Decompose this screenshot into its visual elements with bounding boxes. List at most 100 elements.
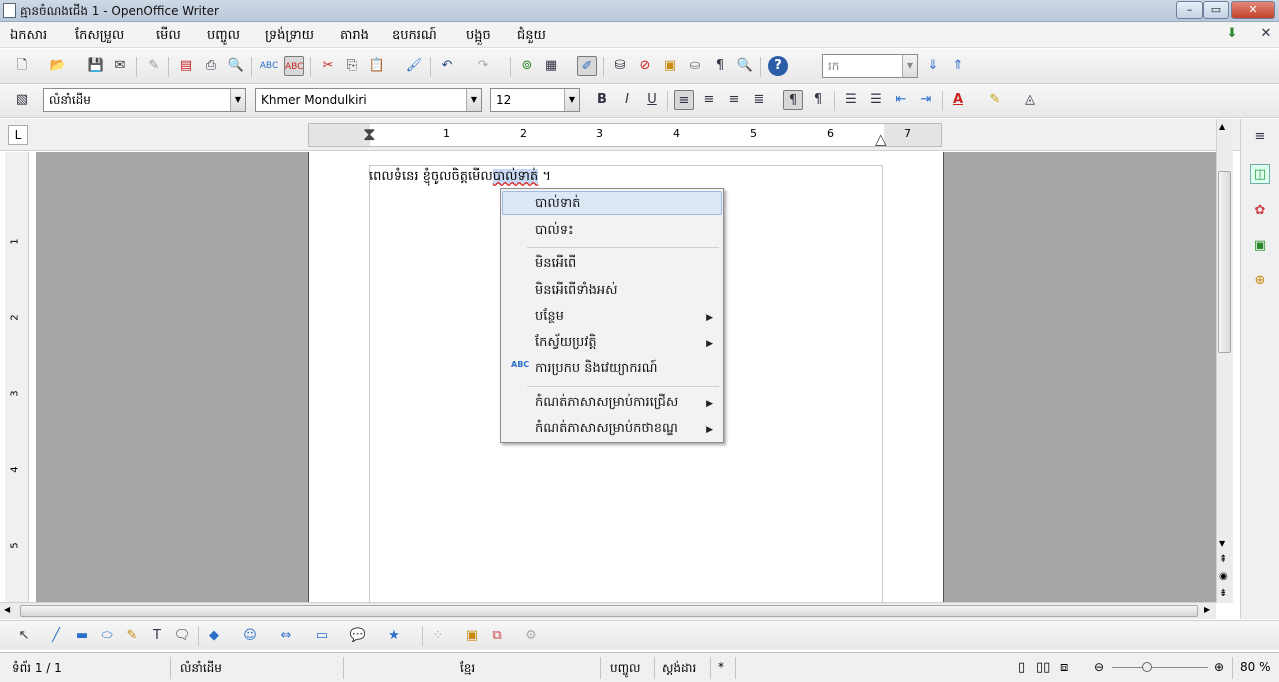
minimize-button[interactable]: – [1176, 1, 1203, 19]
properties-icon[interactable]: ◫ [1250, 164, 1270, 184]
language-indicator[interactable]: ខ្មែរ [460, 660, 475, 678]
edit-file-icon[interactable]: ✎ [144, 56, 164, 76]
navigator-sidebar-icon[interactable]: ⊕ [1250, 271, 1270, 291]
document-paragraph[interactable]: ពេលទំនេរ ខ្ញុំចូលចិត្តមើលបាល់ទាត់ ។ [369, 168, 551, 187]
show-draw-functions-icon[interactable]: ✐ [577, 56, 597, 76]
autocorrect-item[interactable]: កែស្វ័យប្រវត្តិ [535, 334, 597, 353]
vertical-scrollbar[interactable]: ▲ ▼ ⇞ ◉ ⇟ [1216, 119, 1233, 603]
find-text-input[interactable]: រក ▼ [822, 54, 918, 78]
block-arrows-icon[interactable]: ⇔ [276, 626, 296, 646]
print-preview-icon[interactable]: 🔍 [226, 56, 246, 76]
page-style-indicator[interactable]: លំនាំដើម [180, 660, 222, 678]
close-button[interactable]: ✕ [1231, 1, 1275, 19]
misspelled-word[interactable]: បាល់ទាត់ [492, 169, 539, 184]
flowchart-icon[interactable]: ▭ [312, 626, 332, 646]
menu-help[interactable]: ជំនួយ [517, 27, 546, 46]
add-to-dictionary-item[interactable]: បន្ថែម [535, 308, 564, 327]
styles-formatting-icon[interactable]: ▧ [12, 90, 32, 110]
paragraph-style-select[interactable]: លំនាំដើម ▼ [43, 88, 246, 112]
autospellcheck-icon[interactable]: ABC [284, 56, 304, 76]
line-icon[interactable]: ╱ [46, 626, 66, 646]
align-left-icon[interactable]: ≡ [674, 90, 694, 110]
hyperlink-icon[interactable]: ⊚ [517, 56, 537, 76]
highlight-icon[interactable]: ✎ [985, 90, 1005, 110]
numbering-icon[interactable]: ☰ [841, 90, 861, 110]
export-pdf-icon[interactable]: ▤ [176, 56, 196, 76]
gallery-icon[interactable]: ▣ [660, 56, 680, 76]
callouts-shape-icon[interactable]: 💬 [348, 626, 368, 646]
tab-stop-type-icon[interactable]: L [8, 125, 28, 145]
increase-indent-icon[interactable]: ⇥ [916, 90, 936, 110]
basic-shapes-icon[interactable]: ◆ [204, 626, 224, 646]
new-document-icon[interactable]: 🗋 [12, 56, 32, 76]
menu-edit[interactable]: កែសម្រួល [75, 27, 124, 46]
menu-insert[interactable]: បញ្ចូល [207, 27, 240, 46]
underline-icon[interactable]: U [642, 90, 662, 110]
vertical-scroll-thumb[interactable] [1218, 171, 1231, 353]
justify-icon[interactable]: ≣ [749, 90, 769, 110]
ruler-scale[interactable]: ⧗ △ 1 2 3 4 5 6 7 [308, 123, 942, 148]
vertical-ruler[interactable]: 1 2 3 4 5 [5, 152, 29, 602]
update-download-icon[interactable]: ⬇ [1222, 24, 1242, 44]
multi-page-view-icon[interactable]: ▯▯ [1036, 660, 1050, 675]
right-indent-marker[interactable]: △ [875, 130, 887, 148]
font-name-select[interactable]: Khmer Mondulkiri ▼ [255, 88, 482, 112]
undo-icon[interactable]: ↶ [437, 56, 457, 76]
symbol-shapes-icon[interactable]: ☺ [240, 626, 260, 646]
bold-icon[interactable]: B [592, 90, 612, 110]
find-next-icon[interactable]: ⇓ [923, 56, 943, 76]
sidebar-menu-icon[interactable]: ≡ [1250, 127, 1270, 147]
freeform-icon[interactable]: ✎ [122, 626, 142, 646]
insert-mode-indicator[interactable]: បញ្ចូល [610, 660, 640, 678]
document-text[interactable]: ពេលទំនេរ ខ្ញុំចូលចិត្តមើល [369, 169, 493, 184]
zoom-in-icon[interactable]: ⊕ [1214, 660, 1224, 674]
previous-page-icon[interactable]: ⇞ [1219, 554, 1227, 565]
scroll-down-icon[interactable]: ▼ [1219, 539, 1225, 548]
find-previous-icon[interactable]: ⇑ [948, 56, 968, 76]
menu-table[interactable]: តារាង [340, 27, 369, 46]
styles-icon[interactable]: ✿ [1250, 201, 1270, 221]
menu-tools[interactable]: ឧបករណ៍ [392, 27, 437, 46]
stars-icon[interactable]: ★ [384, 626, 404, 646]
select-arrow-icon[interactable]: ↖ [14, 626, 34, 646]
menu-format[interactable]: ទ្រង់ទ្រាយ [265, 27, 314, 46]
open-folder-icon[interactable]: 📂 [48, 56, 68, 76]
extrusion-icon[interactable]: ⚙ [521, 626, 541, 646]
single-page-view-icon[interactable]: ▯ [1018, 660, 1025, 675]
scroll-up-icon[interactable]: ▲ [1219, 122, 1225, 131]
font-size-select[interactable]: 12 ▼ [490, 88, 580, 112]
scroll-right-icon[interactable]: ▶ [1204, 605, 1210, 614]
menu-window[interactable]: បង្អួច [466, 27, 491, 46]
align-right-icon[interactable]: ≡ [724, 90, 744, 110]
save-icon[interactable]: 💾 [86, 56, 106, 76]
horizontal-ruler[interactable]: L ⧗ △ 1 2 3 4 5 6 7 [0, 119, 1240, 151]
data-sources-icon[interactable]: ⛀ [685, 56, 705, 76]
selection-mode-indicator[interactable]: ស្តង់ដារ [662, 660, 696, 678]
ignore-all-item[interactable]: មិនអើពើទាំងអស់ [535, 282, 618, 301]
format-paintbrush-icon[interactable]: 🖌 [404, 56, 424, 76]
close-document-icon[interactable]: ✕ [1256, 24, 1276, 44]
table-icon[interactable]: ▦ [541, 56, 561, 76]
page-indicator[interactable]: ទំព័រ 1 / 1 [12, 660, 62, 678]
rectangle-icon[interactable]: ▬ [72, 626, 92, 646]
decrease-indent-icon[interactable]: ⇤ [891, 90, 911, 110]
align-center-icon[interactable]: ≡ [699, 90, 719, 110]
formatting-marks-icon[interactable]: ¶ [710, 56, 730, 76]
cut-icon[interactable]: ✂ [318, 56, 338, 76]
redo-icon[interactable]: ↷ [473, 56, 493, 76]
navigator-icon[interactable]: ⊘ [635, 56, 655, 76]
language-selection-item[interactable]: កំណត់ភាសាសម្រាប់ការជ្រើស [535, 394, 678, 413]
zoom-out-icon[interactable]: ⊖ [1094, 660, 1104, 674]
menu-file[interactable]: ឯកសារ [10, 27, 47, 46]
copy-icon[interactable]: ⎘ [342, 56, 362, 76]
book-view-icon[interactable]: ⧈ [1060, 660, 1068, 675]
help-icon[interactable]: ? [768, 56, 788, 76]
email-icon[interactable]: ✉ [110, 56, 130, 76]
horizontal-scroll-thumb[interactable] [20, 605, 1198, 617]
menu-view[interactable]: មើល [156, 27, 181, 46]
background-color-icon[interactable]: ◬ [1020, 90, 1040, 110]
points-icon[interactable]: ⁘ [428, 626, 448, 646]
font-color-icon[interactable]: A [948, 90, 968, 110]
insert-picture-icon[interactable]: ⧉ [487, 626, 507, 646]
suggestion-item[interactable]: បាល់ទះ [535, 222, 574, 241]
